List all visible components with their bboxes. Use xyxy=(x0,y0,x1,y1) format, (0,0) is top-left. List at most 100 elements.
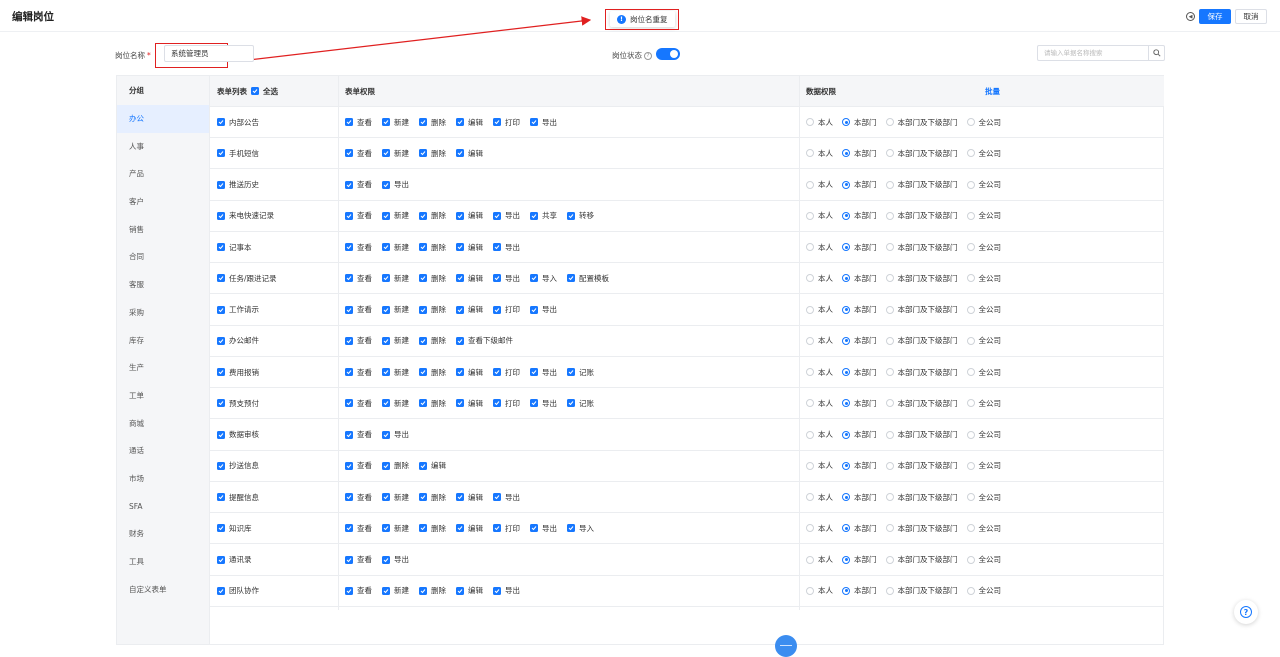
scope-option[interactable]: 本部门 xyxy=(842,273,877,284)
perm-option[interactable]: 导出 xyxy=(530,523,557,534)
form-checkbox[interactable] xyxy=(217,524,225,533)
perm-checkbox[interactable] xyxy=(456,399,464,408)
radio-icon[interactable] xyxy=(842,336,850,345)
group-item[interactable]: 产品 xyxy=(117,160,209,188)
radio-icon[interactable] xyxy=(842,211,850,220)
perm-option[interactable]: 新建 xyxy=(382,304,409,315)
scope-option[interactable]: 本部门及下级部门 xyxy=(885,304,958,315)
perm-option[interactable]: 查看 xyxy=(345,523,372,534)
radio-icon[interactable] xyxy=(885,586,894,595)
perm-option[interactable]: 导出 xyxy=(530,367,557,378)
perm-option[interactable]: 编辑 xyxy=(456,523,483,534)
scope-option[interactable]: 本部门 xyxy=(842,398,877,409)
select-all-checkbox[interactable] xyxy=(251,87,259,95)
scope-option[interactable]: 全公司 xyxy=(966,242,1001,253)
scope-option[interactable]: 本部门 xyxy=(842,335,877,346)
perm-checkbox[interactable] xyxy=(530,118,538,127)
perm-checkbox[interactable] xyxy=(382,399,390,408)
radio-icon[interactable] xyxy=(842,555,850,564)
scope-option[interactable]: 本部门 xyxy=(842,429,877,440)
perm-option[interactable]: 导出 xyxy=(493,492,520,503)
perm-checkbox[interactable] xyxy=(382,118,390,127)
perm-checkbox[interactable] xyxy=(419,586,427,595)
perm-option[interactable]: 导出 xyxy=(530,304,557,315)
radio-icon[interactable] xyxy=(842,180,850,189)
perm-option[interactable]: 记账 xyxy=(567,367,594,378)
perm-checkbox[interactable] xyxy=(456,149,464,158)
radio-icon[interactable] xyxy=(806,149,814,158)
perm-checkbox[interactable] xyxy=(493,368,501,377)
radio-icon[interactable] xyxy=(842,524,850,533)
perm-checkbox[interactable] xyxy=(419,149,427,158)
radio-icon[interactable] xyxy=(806,461,814,470)
group-item[interactable]: 工单 xyxy=(117,382,209,410)
group-item[interactable]: 合同 xyxy=(117,243,209,271)
scope-option[interactable]: 本人 xyxy=(806,242,833,253)
radio-icon[interactable] xyxy=(842,430,850,439)
radio-icon[interactable] xyxy=(806,555,814,564)
radio-icon[interactable] xyxy=(966,461,975,470)
perm-option[interactable]: 新建 xyxy=(382,523,409,534)
perm-option[interactable]: 导入 xyxy=(567,523,594,534)
scope-option[interactable]: 本部门 xyxy=(842,523,877,534)
perm-checkbox[interactable] xyxy=(419,336,427,345)
perm-option[interactable]: 编辑 xyxy=(456,304,483,315)
form-checkbox[interactable] xyxy=(217,555,225,564)
perm-checkbox[interactable] xyxy=(493,243,501,252)
perm-checkbox[interactable] xyxy=(382,211,390,220)
radio-icon[interactable] xyxy=(806,274,814,283)
scope-option[interactable]: 全公司 xyxy=(966,273,1001,284)
perm-option[interactable]: 查看 xyxy=(345,210,372,221)
perm-option[interactable]: 打印 xyxy=(493,523,520,534)
perm-option[interactable]: 查看 xyxy=(345,492,372,503)
radio-icon[interactable] xyxy=(885,399,894,408)
perm-option[interactable]: 查看 xyxy=(345,304,372,315)
scope-option[interactable]: 本部门 xyxy=(842,460,877,471)
perm-option[interactable]: 删除 xyxy=(419,398,446,409)
scope-option[interactable]: 全公司 xyxy=(966,492,1001,503)
perm-checkbox[interactable] xyxy=(419,524,427,533)
group-item[interactable]: 人事 xyxy=(117,133,209,161)
perm-checkbox[interactable] xyxy=(345,368,353,377)
perm-checkbox[interactable] xyxy=(345,493,353,502)
radio-icon[interactable] xyxy=(842,461,850,470)
radio-icon[interactable] xyxy=(966,118,975,127)
perm-checkbox[interactable] xyxy=(382,336,390,345)
scope-option[interactable]: 本部门及下级部门 xyxy=(885,492,958,503)
perm-checkbox[interactable] xyxy=(419,493,427,502)
scope-option[interactable]: 本部门 xyxy=(842,367,877,378)
perm-option[interactable]: 导出 xyxy=(530,398,557,409)
perm-checkbox[interactable] xyxy=(567,399,575,408)
perm-option[interactable]: 导出 xyxy=(493,273,520,284)
perm-checkbox[interactable] xyxy=(493,118,501,127)
radio-icon[interactable] xyxy=(806,586,814,595)
radio-icon[interactable] xyxy=(885,555,894,564)
perm-option[interactable]: 新建 xyxy=(382,398,409,409)
perm-checkbox[interactable] xyxy=(382,149,390,158)
scope-option[interactable]: 全公司 xyxy=(966,367,1001,378)
radio-icon[interactable] xyxy=(966,524,975,533)
perm-checkbox[interactable] xyxy=(345,243,353,252)
perm-option[interactable]: 编辑 xyxy=(456,210,483,221)
perm-option[interactable]: 导入 xyxy=(530,273,557,284)
perm-option[interactable]: 新建 xyxy=(382,585,409,596)
perm-checkbox[interactable] xyxy=(530,399,538,408)
perm-option[interactable]: 编辑 xyxy=(456,242,483,253)
radio-icon[interactable] xyxy=(806,336,814,345)
perm-option[interactable]: 删除 xyxy=(419,242,446,253)
perm-option[interactable]: 删除 xyxy=(419,210,446,221)
perm-checkbox[interactable] xyxy=(345,305,353,314)
perm-option[interactable]: 打印 xyxy=(493,398,520,409)
perm-checkbox[interactable] xyxy=(419,118,427,127)
help-button[interactable]: ? xyxy=(1234,600,1258,624)
perm-option[interactable]: 新建 xyxy=(382,117,409,128)
perm-checkbox[interactable] xyxy=(345,336,353,345)
perm-checkbox[interactable] xyxy=(493,274,501,283)
perm-checkbox[interactable] xyxy=(530,211,538,220)
perm-checkbox[interactable] xyxy=(382,305,390,314)
group-item[interactable]: 通话 xyxy=(117,437,209,465)
scope-option[interactable]: 全公司 xyxy=(966,554,1001,565)
form-checkbox[interactable] xyxy=(217,243,225,252)
perm-option[interactable]: 打印 xyxy=(493,117,520,128)
group-item[interactable]: 财务 xyxy=(117,520,209,548)
